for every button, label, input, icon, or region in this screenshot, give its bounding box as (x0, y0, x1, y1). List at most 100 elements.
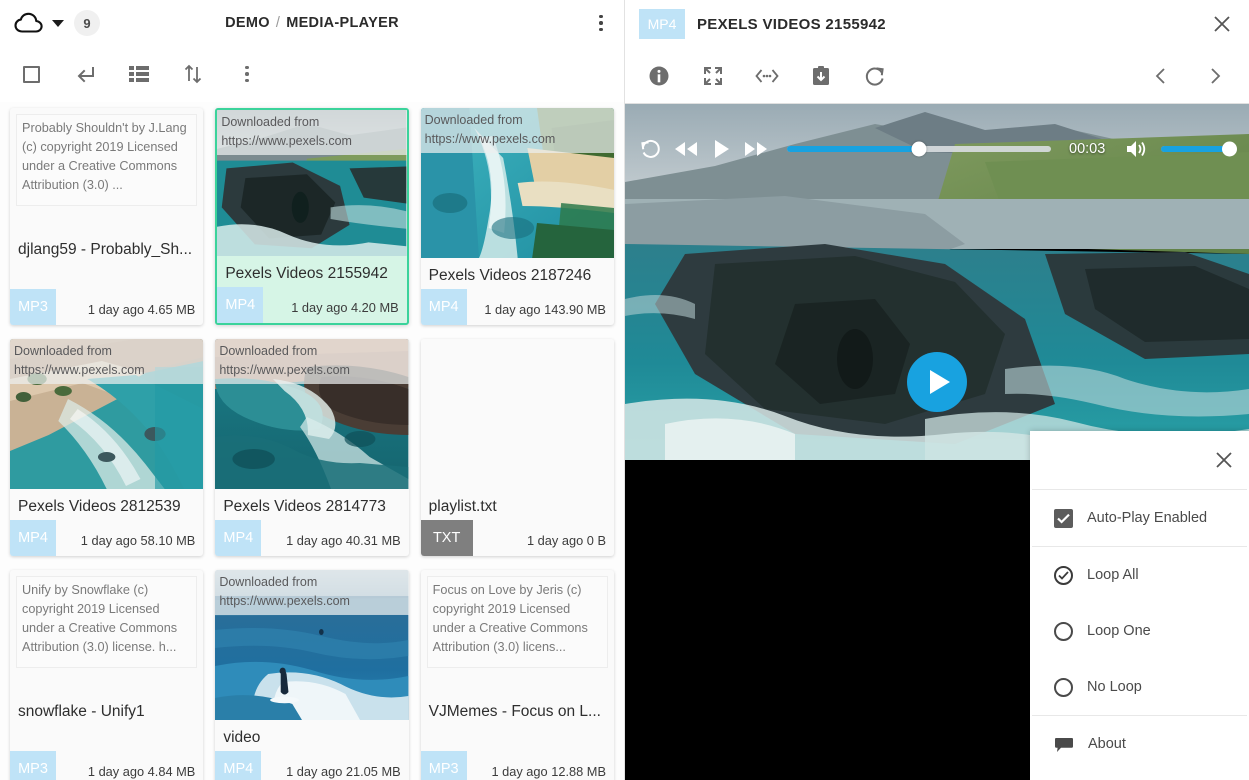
file-type-badge: MP4 (215, 751, 261, 780)
file-meta-row: MP4 1 day ago 40.31 MB (215, 520, 408, 556)
menu-item-label: Auto-Play Enabled (1087, 510, 1207, 526)
file-modified-size: 1 day ago 58.10 MB (81, 533, 196, 556)
file-browser-pane: 9 DEMO / MEDIA-PLAYER (0, 0, 625, 780)
rewind-button[interactable] (673, 139, 699, 159)
seek-progress (787, 146, 919, 152)
volume-slider[interactable] (1161, 146, 1235, 152)
file-type-badge: TXT (421, 520, 473, 556)
thumbnail: Downloaded from https://www.pexels.com (215, 570, 408, 720)
list-view-button[interactable] (124, 59, 154, 89)
file-card[interactable]: Downloaded from https://www.pexels.com P… (421, 108, 614, 325)
file-meta-row: MP4 1 day ago 4.20 MB (217, 287, 406, 323)
more-vertical-icon (245, 66, 249, 83)
video-player[interactable]: 00:03 (625, 104, 1249, 780)
file-card[interactable]: Downloaded from https://www.pexels.com P… (215, 339, 408, 556)
download-button[interactable] (807, 62, 835, 90)
info-button[interactable] (645, 62, 673, 90)
next-button[interactable] (1201, 62, 1229, 90)
file-card[interactable]: Downloaded from https://www.pexels.com P… (10, 339, 203, 556)
back-button[interactable] (70, 59, 100, 89)
replay-button[interactable] (639, 138, 661, 160)
menu-item-loop-one[interactable]: Loop One (1030, 603, 1249, 659)
mute-button[interactable] (1125, 138, 1149, 160)
chevron-down-icon[interactable] (52, 20, 64, 27)
file-name: VJMemes - Focus on L... (421, 668, 614, 751)
select-all-checkbox[interactable] (16, 59, 46, 89)
file-card[interactable]: Downloaded from https://www.pexels.com P… (215, 108, 408, 325)
play-icon (711, 138, 731, 160)
text-preview: Unify by Snowflake (c) copyright 2019 Li… (16, 576, 197, 668)
file-card[interactable]: Probably Shouldn't by J.Lang (c) copyrig… (10, 108, 203, 325)
menu-item-autoplay[interactable]: Auto-Play Enabled (1030, 490, 1249, 546)
file-card[interactable]: Unify by Snowflake (c) copyright 2019 Li… (10, 570, 203, 780)
menu-item-about[interactable]: About (1030, 716, 1249, 772)
file-type-badge: MP3 (10, 289, 56, 325)
account-switcher[interactable] (14, 12, 64, 34)
file-meta-row: MP4 1 day ago 21.05 MB (215, 751, 408, 780)
watermark-text: Downloaded from https://www.pexels.com (10, 339, 203, 384)
code-icon (754, 66, 780, 86)
check-icon (1057, 513, 1070, 524)
file-name: Pexels Videos 2155942 (217, 256, 406, 287)
file-modified-size: 1 day ago 4.20 MB (291, 300, 398, 323)
viewer-title: PEXELS VIDEOS 2155942 (697, 16, 1197, 33)
file-card[interactable]: Focus on Love by Jeris (c) copyright 201… (421, 570, 614, 780)
info-icon (648, 65, 670, 87)
menu-item-loop-all[interactable]: Loop All (1030, 547, 1249, 603)
fullscreen-button[interactable] (699, 62, 727, 90)
file-name: video (215, 720, 408, 751)
watermark-text: Downloaded from https://www.pexels.com (215, 570, 408, 615)
refresh-icon (864, 65, 886, 87)
more-options-button[interactable] (232, 59, 262, 89)
file-name: djlang59 - Probably_Sh... (10, 206, 203, 289)
file-grid-scroll[interactable]: Probably Shouldn't by J.Lang (c) copyrig… (0, 102, 624, 780)
embed-code-button[interactable] (753, 62, 781, 90)
file-name: Pexels Videos 2814773 (215, 489, 408, 520)
thumbnail: Downloaded from https://www.pexels.com (421, 108, 614, 258)
menu-header (1030, 431, 1249, 489)
file-name: snowflake - Unify1 (10, 668, 203, 751)
file-modified-size: 1 day ago 143.90 MB (484, 302, 606, 325)
play-icon (930, 370, 950, 394)
reload-button[interactable] (861, 62, 889, 90)
file-card[interactable]: Downloaded from https://www.pexels.com v… (215, 570, 408, 780)
file-modified-size: 1 day ago 4.65 MB (88, 302, 195, 325)
cloud-icon (14, 12, 44, 34)
breadcrumb-root[interactable]: DEMO (225, 15, 270, 31)
comment-icon (1054, 736, 1074, 753)
volume-handle[interactable] (1222, 142, 1237, 157)
menu-item-label: About (1088, 736, 1126, 752)
list-view-icon (129, 65, 149, 83)
chevron-left-icon (1152, 66, 1170, 86)
seek-slider[interactable] (787, 146, 1051, 152)
replay-icon (639, 138, 661, 160)
prev-button[interactable] (1147, 62, 1175, 90)
text-preview: Focus on Love by Jeris (c) copyright 201… (427, 576, 608, 668)
breadcrumb-current[interactable]: MEDIA-PLAYER (286, 15, 399, 31)
item-count-badge: 9 (74, 10, 100, 36)
file-modified-size: 1 day ago 40.31 MB (286, 533, 401, 556)
seek-handle[interactable] (912, 142, 927, 157)
thumbnail: Downloaded from https://www.pexels.com (215, 339, 408, 489)
play-button[interactable] (711, 138, 731, 160)
file-name: Pexels Videos 2812539 (10, 489, 203, 520)
close-icon[interactable] (1211, 447, 1237, 473)
time-display: 00:03 (1069, 141, 1113, 157)
close-icon[interactable] (1209, 11, 1235, 37)
file-type-badge: MP4 (217, 287, 263, 323)
file-type-badge: MP4 (10, 520, 56, 556)
radio-unchecked-icon (1054, 622, 1073, 641)
sort-arrows-icon (183, 63, 203, 85)
big-play-button[interactable] (907, 352, 967, 412)
file-browser-header: 9 DEMO / MEDIA-PLAYER (0, 0, 624, 46)
media-viewer-pane: MP4 PEXELS VIDEOS 2155942 (625, 0, 1249, 780)
menu-item-label: Loop One (1087, 623, 1151, 639)
menu-item-no-loop[interactable]: No Loop (1030, 659, 1249, 715)
fast-forward-button[interactable] (743, 139, 769, 159)
file-meta-row: MP3 1 day ago 4.84 MB (10, 751, 203, 780)
file-card[interactable]: playlist.txt TXT 1 day ago 0 B (421, 339, 614, 556)
sort-button[interactable] (178, 59, 208, 89)
more-vertical-icon[interactable] (590, 12, 612, 34)
thumbnail: Downloaded from https://www.pexels.com (10, 339, 203, 489)
file-name: playlist.txt (421, 489, 614, 520)
